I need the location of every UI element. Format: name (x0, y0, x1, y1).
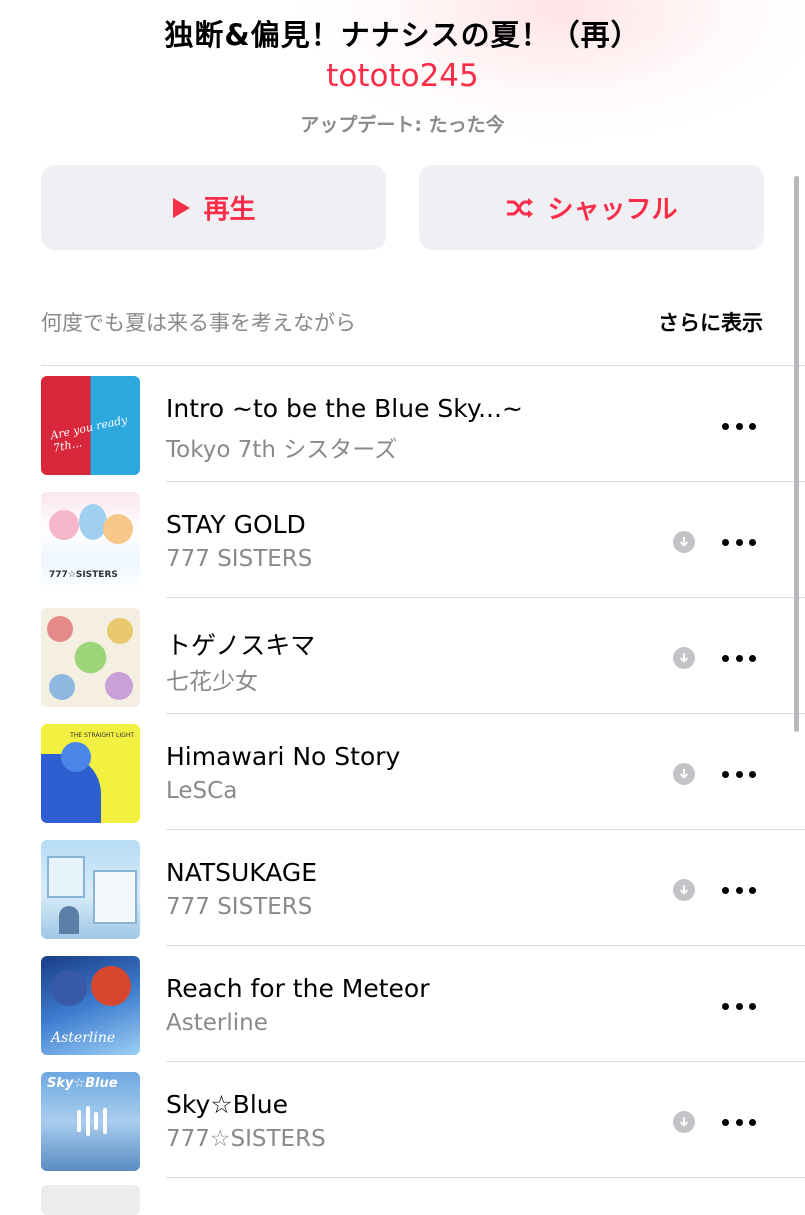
album-art: Are you ready 7th... (41, 376, 140, 475)
track-row[interactable]: Sky☆Blue Sky☆Blue 777☆SISTERS (0, 1062, 805, 1178)
album-art-text: Asterline (51, 1030, 116, 1046)
track-row[interactable]: Asterline Reach for the Meteor Asterline (0, 946, 805, 1062)
album-art (41, 608, 140, 707)
track-artist: 七花少女 (166, 669, 258, 695)
shuffle-button[interactable]: シャッフル (419, 165, 764, 250)
shuffle-label: シャッフル (547, 195, 678, 225)
play-icon (173, 197, 191, 218)
scrollbar[interactable] (794, 176, 799, 732)
download-icon (673, 1111, 695, 1133)
album-art (41, 840, 140, 939)
playlist-description: 何度でも夏は来る事を考えながら (41, 311, 356, 335)
now-playing-icon (77, 1104, 107, 1138)
track-title: トゲノスキマ (166, 631, 316, 660)
row-divider (166, 1177, 805, 1178)
updated-label: アップデート: たった今 (300, 114, 505, 136)
album-art-text: Sky☆Blue (47, 1076, 118, 1091)
more-options-icon[interactable] (722, 530, 756, 554)
track-title: Sky☆Blue (166, 1090, 288, 1119)
album-art-text: Are you ready 7th... (49, 413, 129, 455)
more-options-icon[interactable] (722, 878, 756, 902)
track-row[interactable]: トゲノスキマ 七花少女 (0, 598, 805, 714)
album-art: THE STRAIGHT LIGHT (41, 724, 140, 823)
more-options-icon[interactable] (722, 994, 756, 1018)
track-artist: Asterline (166, 1010, 268, 1036)
track-row[interactable]: THE STRAIGHT LIGHT Himawari No Story LeS… (0, 714, 805, 830)
download-icon (673, 879, 695, 901)
track-artist: Tokyo 7th シスターズ (166, 437, 398, 463)
more-options-icon[interactable] (722, 646, 756, 670)
track-title: NATSUKAGE (166, 858, 318, 887)
album-art (41, 1185, 140, 1215)
play-button[interactable]: 再生 (41, 165, 386, 250)
track-artist: LeSCa (166, 778, 238, 804)
track-title: Reach for the Meteor (166, 974, 430, 1003)
more-options-icon[interactable] (722, 414, 756, 438)
download-icon (673, 531, 695, 553)
track-title: Intro ~to be the Blue Sky...~ (166, 394, 523, 423)
track-artist: 777☆SISTERS (166, 1126, 326, 1152)
more-options-icon[interactable] (722, 1110, 756, 1134)
track-title: STAY GOLD (166, 510, 306, 539)
track-artist: 777 SISTERS (166, 894, 313, 920)
track-artist: 777 SISTERS (166, 546, 313, 572)
track-title: Himawari No Story (166, 742, 401, 771)
album-art-text: THE STRAIGHT LIGHT (70, 732, 134, 739)
show-more-link[interactable]: さらに表示 (658, 307, 763, 337)
album-art-text: 777☆SISTERS (49, 570, 118, 580)
shuffle-icon (507, 197, 534, 218)
download-icon (673, 763, 695, 785)
curator-link[interactable]: tototo245 (0, 58, 805, 94)
download-icon (673, 647, 695, 669)
track-row[interactable]: NATSUKAGE 777 SISTERS (0, 830, 805, 946)
track-row[interactable]: 777☆SISTERS STAY GOLD 777 SISTERS (0, 482, 805, 598)
album-art: 777☆SISTERS (41, 492, 140, 591)
track-row[interactable]: Are you ready 7th... Intro ~to be the Bl… (0, 366, 805, 482)
playlist-title: 独断&偏見！ナナシスの夏！（再） (164, 18, 641, 52)
more-options-icon[interactable] (722, 762, 756, 786)
play-label: 再生 (203, 195, 256, 225)
album-art: Sky☆Blue (41, 1072, 140, 1171)
album-art: Asterline (41, 956, 140, 1055)
